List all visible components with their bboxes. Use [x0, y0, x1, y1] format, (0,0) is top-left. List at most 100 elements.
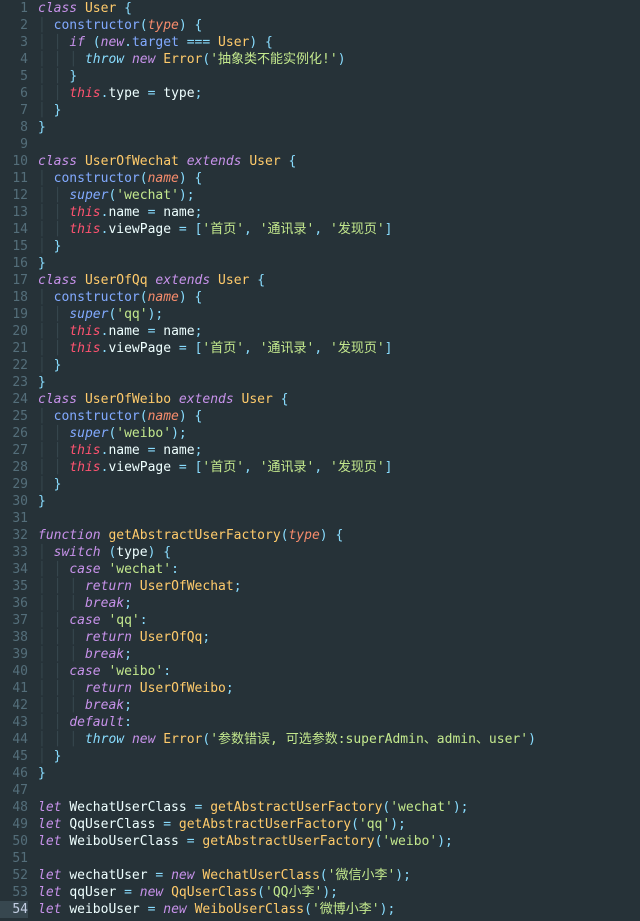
code-line[interactable]: │ │ this.viewPage = ['首页', '通讯录', '发现页']: [38, 221, 640, 238]
line-number: 19: [0, 306, 28, 323]
line-number: 41: [0, 680, 28, 697]
code-line[interactable]: │ │ super('qq');: [38, 306, 640, 323]
line-number: 20: [0, 323, 28, 340]
code-line[interactable]: │ │ │ return UserOfWeibo;: [38, 680, 640, 697]
code-line[interactable]: │ │ case 'wechat':: [38, 561, 640, 578]
code-area[interactable]: class User {│ constructor(type) {│ │ if …: [34, 0, 640, 921]
line-number: 45: [0, 748, 28, 765]
code-line[interactable]: │ │ │ throw new Error('抽象类不能实例化!'): [38, 51, 640, 68]
code-line[interactable]: [38, 782, 640, 799]
line-number: 48: [0, 799, 28, 816]
code-line[interactable]: │ constructor(name) {: [38, 170, 640, 187]
line-number: 50: [0, 833, 28, 850]
code-line[interactable]: class UserOfWechat extends User {: [38, 153, 640, 170]
code-line[interactable]: │ }: [38, 357, 640, 374]
line-number: 8: [0, 119, 28, 136]
line-number: 36: [0, 595, 28, 612]
code-line[interactable]: │ │ │ return UserOfWechat;: [38, 578, 640, 595]
line-number: 3: [0, 34, 28, 51]
line-number: 12: [0, 187, 28, 204]
line-number: 52: [0, 867, 28, 884]
line-number: 25: [0, 408, 28, 425]
line-number: 49: [0, 816, 28, 833]
code-line[interactable]: }: [38, 765, 640, 782]
line-number: 46: [0, 765, 28, 782]
code-line[interactable]: let QqUserClass = getAbstractUserFactory…: [38, 816, 640, 833]
code-line[interactable]: class User {: [38, 0, 640, 17]
code-line[interactable]: │ │ this.viewPage = ['首页', '通讯录', '发现页']: [38, 459, 640, 476]
code-line[interactable]: │ │ │ return UserOfQq;: [38, 629, 640, 646]
line-number: 10: [0, 153, 28, 170]
code-line[interactable]: let qqUser = new QqUserClass('QQ小李');: [38, 884, 640, 901]
code-line[interactable]: }: [38, 374, 640, 391]
code-line[interactable]: │ │ │ throw new Error('参数错误, 可选参数:superA…: [38, 731, 640, 748]
line-number: 35: [0, 578, 28, 595]
code-line[interactable]: │ │ if (new.target === User) {: [38, 34, 640, 51]
code-line[interactable]: [38, 510, 640, 527]
code-line[interactable]: │ │ │ break;: [38, 697, 640, 714]
code-line[interactable]: class UserOfQq extends User {: [38, 272, 640, 289]
code-line[interactable]: │ │ case 'weibo':: [38, 663, 640, 680]
line-number: 16: [0, 255, 28, 272]
line-number: 42: [0, 697, 28, 714]
code-line[interactable]: │ }: [38, 102, 640, 119]
line-number: 11: [0, 170, 28, 187]
code-line[interactable]: │ constructor(type) {: [38, 17, 640, 34]
code-line[interactable]: │ │ this.name = name;: [38, 442, 640, 459]
code-line[interactable]: │ switch (type) {: [38, 544, 640, 561]
code-line[interactable]: [38, 136, 640, 153]
code-line[interactable]: │ │ super('wechat');: [38, 187, 640, 204]
line-number: 54: [0, 901, 28, 918]
code-line[interactable]: │ │ default:: [38, 714, 640, 731]
code-line[interactable]: class UserOfWeibo extends User {: [38, 391, 640, 408]
line-number: 37: [0, 612, 28, 629]
code-line[interactable]: function getAbstractUserFactory(type) {: [38, 527, 640, 544]
line-number: 18: [0, 289, 28, 306]
code-line[interactable]: │ │ this.viewPage = ['首页', '通讯录', '发现页']: [38, 340, 640, 357]
code-line[interactable]: [38, 850, 640, 867]
code-line[interactable]: │ }: [38, 476, 640, 493]
code-line[interactable]: let wechatUser = new WechatUserClass('微信…: [38, 867, 640, 884]
code-line[interactable]: let WeiboUserClass = getAbstractUserFact…: [38, 833, 640, 850]
code-line[interactable]: │ }: [38, 238, 640, 255]
code-line[interactable]: │ │ }: [38, 68, 640, 85]
code-line[interactable]: │ │ this.type = type;: [38, 85, 640, 102]
line-number: 21: [0, 340, 28, 357]
line-number: 13: [0, 204, 28, 221]
code-line[interactable]: │ │ super('weibo');: [38, 425, 640, 442]
code-line[interactable]: │ │ this.name = name;: [38, 323, 640, 340]
code-line[interactable]: let weiboUser = new WeiboUserClass('微博小李…: [38, 901, 640, 918]
code-line[interactable]: │ │ │ break;: [38, 646, 640, 663]
code-line[interactable]: │ │ │ break;: [38, 595, 640, 612]
line-number-gutter: 1234567891011121314151617181920212223242…: [0, 0, 34, 921]
line-number: 44: [0, 731, 28, 748]
code-line[interactable]: │ │ case 'qq':: [38, 612, 640, 629]
code-line[interactable]: let WechatUserClass = getAbstractUserFac…: [38, 799, 640, 816]
line-number: 33: [0, 544, 28, 561]
code-line[interactable]: }: [38, 255, 640, 272]
code-line[interactable]: │ }: [38, 748, 640, 765]
line-number: 40: [0, 663, 28, 680]
line-number: 23: [0, 374, 28, 391]
line-number: 5: [0, 68, 28, 85]
line-number: 4: [0, 51, 28, 68]
line-number: 6: [0, 85, 28, 102]
line-number: 1: [0, 0, 28, 17]
code-line[interactable]: }: [38, 493, 640, 510]
line-number: 31: [0, 510, 28, 527]
line-number: 47: [0, 782, 28, 799]
line-number: 43: [0, 714, 28, 731]
code-line[interactable]: }: [38, 119, 640, 136]
line-number: 24: [0, 391, 28, 408]
line-number: 7: [0, 102, 28, 119]
line-number: 15: [0, 238, 28, 255]
line-number: 30: [0, 493, 28, 510]
code-line[interactable]: │ constructor(name) {: [38, 408, 640, 425]
line-number: 39: [0, 646, 28, 663]
line-number: 22: [0, 357, 28, 374]
code-line[interactable]: │ constructor(name) {: [38, 289, 640, 306]
line-number: 2: [0, 17, 28, 34]
code-line[interactable]: │ │ this.name = name;: [38, 204, 640, 221]
line-number: 32: [0, 527, 28, 544]
line-number: 26: [0, 425, 28, 442]
